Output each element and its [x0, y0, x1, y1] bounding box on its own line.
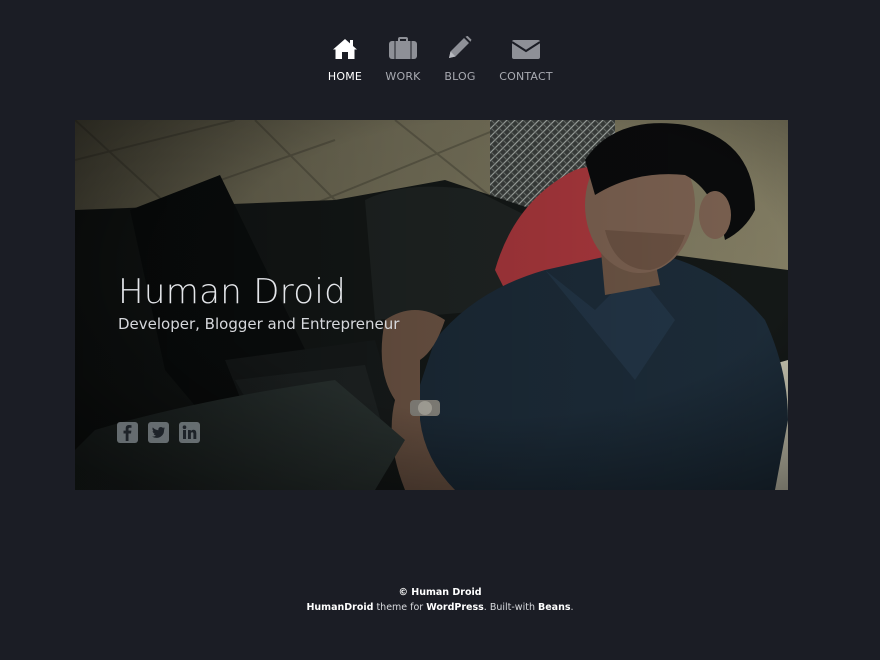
- nav-label-home: HOME: [327, 70, 363, 83]
- footer-credits: HumanDroid theme for WordPress. Built-wi…: [0, 600, 880, 615]
- hero-subtitle: Developer, Blogger and Entrepreneur: [118, 315, 400, 333]
- nav-item-contact[interactable]: CONTACT: [489, 34, 563, 83]
- facebook-icon: [123, 425, 132, 441]
- footer-copyright: © Human Droid: [0, 585, 880, 600]
- nav-label-contact: CONTACT: [499, 70, 553, 83]
- nav-item-work[interactable]: WORK: [375, 34, 431, 83]
- beans-link[interactable]: Beans: [538, 602, 571, 613]
- social-links: [117, 422, 200, 443]
- home-icon: [332, 34, 358, 60]
- theme-link[interactable]: HumanDroid: [306, 602, 373, 613]
- hero-banner: Human Droid Developer, Blogger and Entre…: [75, 120, 788, 490]
- linkedin-icon: [182, 425, 197, 439]
- briefcase-icon: [388, 34, 418, 60]
- pencil-icon: [447, 34, 473, 60]
- main-nav: HOME WORK BLOG CONTACT: [0, 34, 880, 83]
- nav-label-blog: BLOG: [444, 70, 476, 83]
- wordpress-link[interactable]: WordPress: [426, 602, 484, 613]
- linkedin-link[interactable]: [179, 422, 200, 443]
- facebook-link[interactable]: [117, 422, 138, 443]
- twitter-icon: [152, 427, 165, 438]
- theme-text: theme for: [373, 602, 427, 613]
- built-text: . Built-with: [483, 602, 538, 613]
- envelope-icon: [511, 34, 541, 60]
- nav-item-blog[interactable]: BLOG: [432, 34, 488, 83]
- hero-title: Human Droid: [118, 272, 346, 312]
- site-footer: © Human Droid HumanDroid theme for WordP…: [0, 585, 880, 615]
- nav-label-work: WORK: [385, 70, 421, 83]
- footer-end: .: [570, 602, 574, 613]
- twitter-link[interactable]: [148, 422, 169, 443]
- nav-item-home[interactable]: HOME: [317, 34, 373, 83]
- copyright-text: © Human Droid: [398, 587, 482, 598]
